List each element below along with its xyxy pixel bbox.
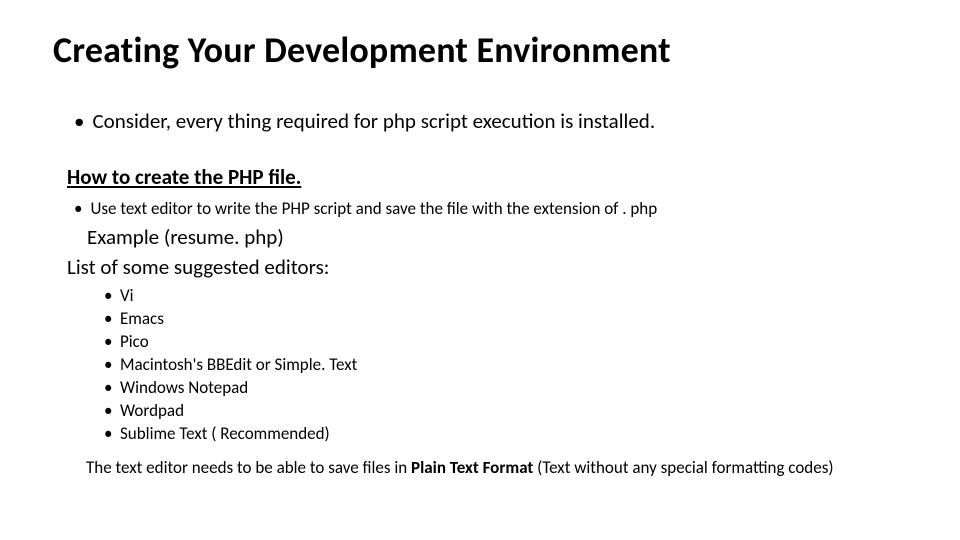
list-item: •Vi [104,285,357,308]
list-item: •Windows Notepad [104,377,357,400]
closing-note: The text editor needs to be able to save… [86,458,920,478]
bullet-main: • Consider, every thing required for php … [74,108,655,134]
bullet-icon: • [104,308,120,331]
sub-heading: How to create the PHP file. [67,164,301,190]
list-item-text: Vi [120,285,134,306]
closing-bold: Plain Text Format [411,457,533,478]
list-item-text: Windows Notepad [120,377,248,398]
slide-title: Creating Your Development Environment [53,28,671,72]
list-item-text: Wordpad [120,400,184,421]
list-item: •Pico [104,331,357,354]
list-item-text: Macintosh's BBEdit or Simple. Text [120,354,357,375]
closing-post: (Text without any special formatting cod… [533,457,833,478]
bullet-icon: • [104,423,120,446]
bullet-icon: • [104,331,120,354]
bullet-main-text: Consider, every thing required for php s… [92,108,655,134]
list-item-text: Pico [120,331,149,352]
bullet-icon: • [74,108,84,134]
bullet-sub: • Use text editor to write the PHP script… [74,198,657,219]
list-item: •Emacs [104,308,357,331]
bullet-sub-text: Use text editor to write the PHP script … [90,198,657,219]
closing-pre: The text editor needs to be able to save… [86,457,411,478]
list-item: •Wordpad [104,400,357,423]
bullet-icon: • [104,354,120,377]
slide: Creating Your Development Environment • C… [0,0,960,540]
bullet-icon: • [104,377,120,400]
editors-list-label: List of some suggested editors: [67,254,329,280]
editors-list: •Vi •Emacs •Pico •Macintosh's BBEdit or … [104,285,357,446]
bullet-icon: • [104,400,120,423]
list-item-text: Sublime Text ( Recommended) [120,423,330,444]
example-line: Example (resume. php) [87,224,284,250]
bullet-icon: • [74,198,82,219]
list-item: •Macintosh's BBEdit or Simple. Text [104,354,357,377]
list-item: •Sublime Text ( Recommended) [104,423,357,446]
list-item-text: Emacs [120,308,164,329]
bullet-icon: • [104,285,120,308]
